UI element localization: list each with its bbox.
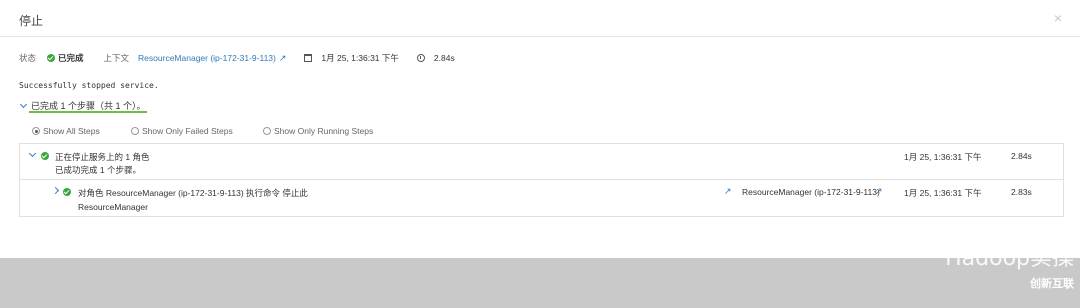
external-link-icon[interactable]: ↗ <box>724 186 732 197</box>
step-duration: 2.83s <box>1011 187 1032 197</box>
calendar-icon <box>304 54 313 62</box>
dialog-header: 停止 × <box>0 0 1080 37</box>
step-date: 1月 25, 1:36:31 下午 <box>904 152 982 162</box>
dialog-title: 停止 <box>19 14 44 28</box>
context-link[interactable]: ResourceManager (ip-172-31-9-113) <box>138 53 276 63</box>
close-icon[interactable]: × <box>1054 10 1062 26</box>
filter-all-steps[interactable]: Show All Steps <box>32 126 100 136</box>
radio-icon[interactable] <box>131 127 139 135</box>
stop-command-dialog: 停止 × 状态 已完成 上下文 ResourceManager (ip-172-… <box>0 0 1080 258</box>
step-subtitle: ResourceManager <box>78 202 148 212</box>
radio-icon[interactable] <box>32 127 40 135</box>
filter-label: Show Only Failed Steps <box>142 126 233 136</box>
result-message: Successfully stopped service. <box>19 81 159 90</box>
step-subtitle: 已成功完成 1 个步骤。 <box>55 165 141 175</box>
step-date: 1月 25, 1:36:31 下午 <box>904 188 982 198</box>
filter-label: Show All Steps <box>43 126 100 136</box>
highlight-underline <box>29 111 147 113</box>
filter-failed-steps[interactable]: Show Only Failed Steps <box>131 126 233 136</box>
status-value: 已完成 <box>58 53 84 63</box>
step-row: 对角色 ResourceManager (ip-172-31-9-113) 执行… <box>20 180 1063 217</box>
radio-icon[interactable] <box>263 127 271 135</box>
step-duration: 2.84s <box>1011 151 1032 161</box>
external-link-icon[interactable]: ↗ <box>279 53 287 64</box>
clock-icon <box>416 54 425 62</box>
step-title: 正在停止服务上的 1 角色 <box>55 152 150 162</box>
step-role-link[interactable]: ResourceManager (ip-172-31-9-113) <box>742 187 880 197</box>
context-label: 上下文 <box>103 53 130 63</box>
chevron-down-icon[interactable] <box>28 149 37 158</box>
watermark-text: Hadoop实操 <box>945 246 1074 271</box>
status-date: 1月 25, 1:36:31 下午 <box>321 53 399 63</box>
external-link-icon[interactable]: ↗ <box>875 186 883 197</box>
success-icon <box>63 188 71 196</box>
watermark-brand: 创新互联 <box>1030 278 1074 290</box>
step-title: 对角色 ResourceManager (ip-172-31-9-113) 执行… <box>78 188 308 198</box>
steps-table: 正在停止服务上的 1 角色 已成功完成 1 个步骤。 1月 25, 1:36:3… <box>19 143 1064 217</box>
filter-running-steps[interactable]: Show Only Running Steps <box>263 126 373 136</box>
status-duration: 2.84s <box>433 53 455 63</box>
success-icon <box>41 152 49 160</box>
filter-label: Show Only Running Steps <box>274 126 374 136</box>
success-icon <box>47 54 56 62</box>
chevron-right-icon[interactable] <box>51 186 60 195</box>
status-label: 状态 <box>19 53 37 63</box>
status-row: 状态 已完成 上下文 ResourceManager (ip-172-31-9-… <box>19 52 455 64</box>
step-row: 正在停止服务上的 1 角色 已成功完成 1 个步骤。 1月 25, 1:36:3… <box>20 144 1063 180</box>
chevron-down-icon <box>19 100 28 109</box>
